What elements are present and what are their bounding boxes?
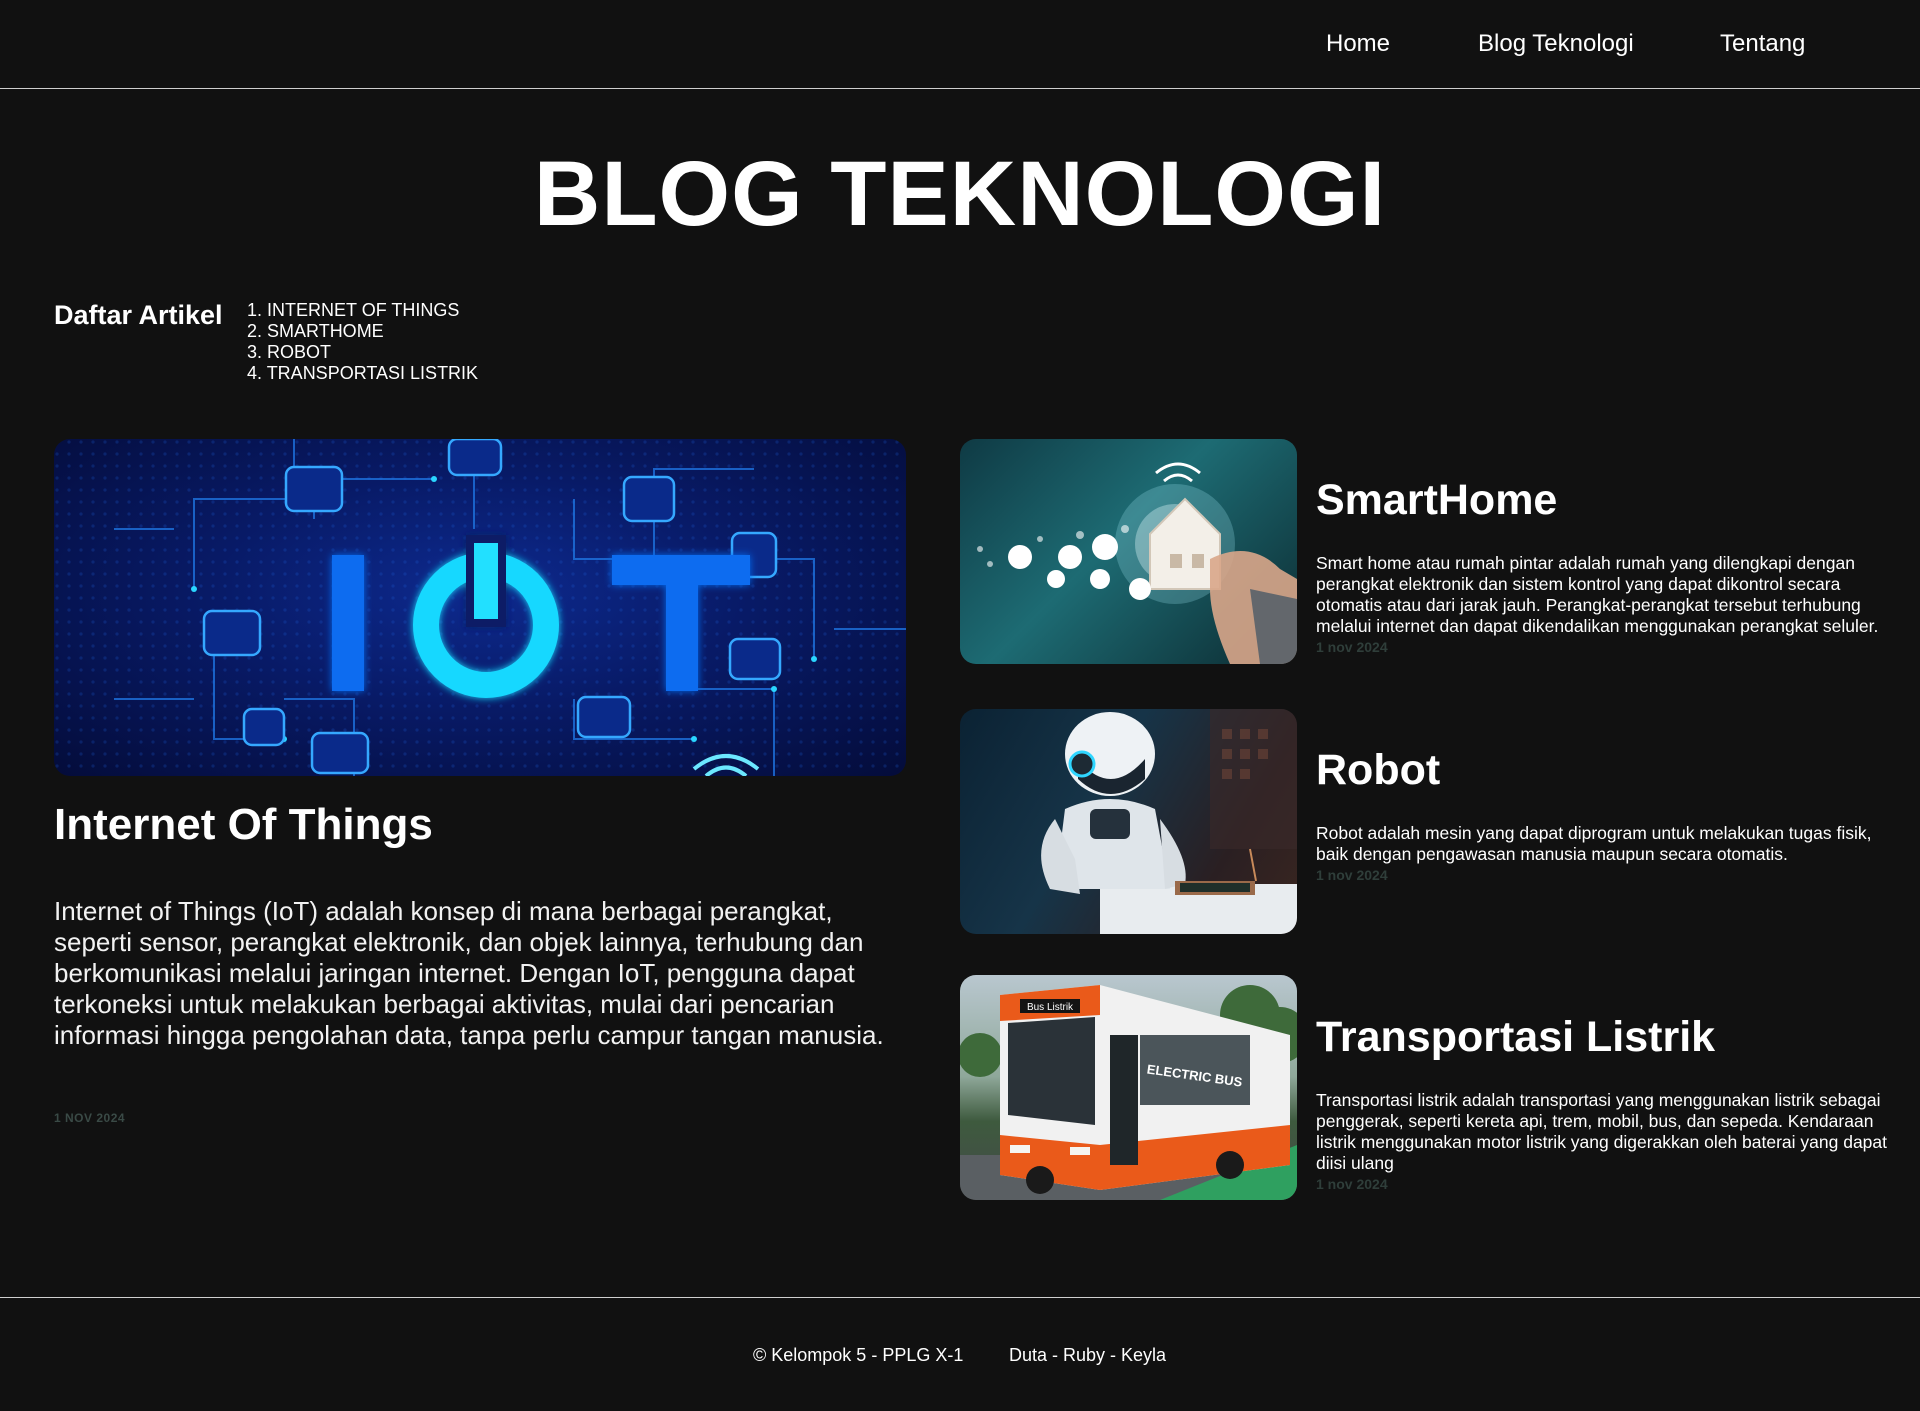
article-date-transportasi: 1 nov 2024 <box>1316 1176 1388 1192</box>
iot-image <box>54 439 906 776</box>
article-date-robot: 1 nov 2024 <box>1316 867 1388 883</box>
footer: © Kelompok 5 - PPLG X-1 Duta - Ruby - Ke… <box>0 1297 1920 1411</box>
article-title-robot[interactable]: Robot <box>1316 746 1440 795</box>
iot-circuit-illustration <box>54 439 906 776</box>
article-description-smarthome: Smart home atau rumah pintar adalah ruma… <box>1316 553 1879 636</box>
featured-description: Internet of Things (IoT) adalah konsep d… <box>54 896 884 1050</box>
article-title-smarthome[interactable]: SmartHome <box>1316 476 1557 525</box>
footer-copyright: © Kelompok 5 - PPLG X-1 <box>753 1345 964 1365</box>
robot-illustration <box>1041 709 1297 934</box>
nav-about-link[interactable]: Tentang <box>1720 30 1805 58</box>
smarthome-illustration <box>977 462 1297 664</box>
featured-date: 1 NOV 2024 <box>54 1111 126 1125</box>
article-title-transportasi[interactable]: Transportasi Listrik <box>1316 1013 1715 1062</box>
article-description-robot: Robot adalah mesin yang dapat diprogram … <box>1316 823 1872 864</box>
toc-label: Daftar Artikel <box>54 300 223 330</box>
article-description-transportasi: Transportasi listrik adalah transportasi… <box>1316 1090 1888 1173</box>
toc-item[interactable]: 3. ROBOT <box>247 342 478 363</box>
nav-blog-link[interactable]: Blog Teknologi <box>1478 30 1634 58</box>
toc-list: 1. INTERNET OF THINGS 2. SMARTHOME 3. RO… <box>247 300 478 384</box>
nav-home-link[interactable]: Home <box>1326 30 1390 58</box>
top-navigation: Home Blog Teknologi Tentang <box>0 0 1920 89</box>
toc-item[interactable]: 2. SMARTHOME <box>247 321 478 342</box>
bus-destination-sign: Bus Listrik <box>1027 1002 1074 1013</box>
electric-bus-image: Bus Listrik ELECTRIC BUS <box>960 975 1297 1200</box>
footer-authors: Duta - Ruby - Keyla <box>1009 1345 1167 1365</box>
page-title: BLOG TEKNOLOGI <box>533 143 1387 245</box>
toc-item[interactable]: 4. TRANSPORTASI LISTRIK <box>247 363 478 384</box>
smarthome-image <box>960 439 1297 664</box>
toc-item[interactable]: 1. INTERNET OF THINGS <box>247 300 478 321</box>
featured-title[interactable]: Internet Of Things <box>54 800 433 850</box>
electric-bus-illustration: Bus Listrik ELECTRIC BUS <box>960 985 1297 1200</box>
robot-image <box>960 709 1297 934</box>
article-date-smarthome: 1 nov 2024 <box>1316 639 1388 655</box>
